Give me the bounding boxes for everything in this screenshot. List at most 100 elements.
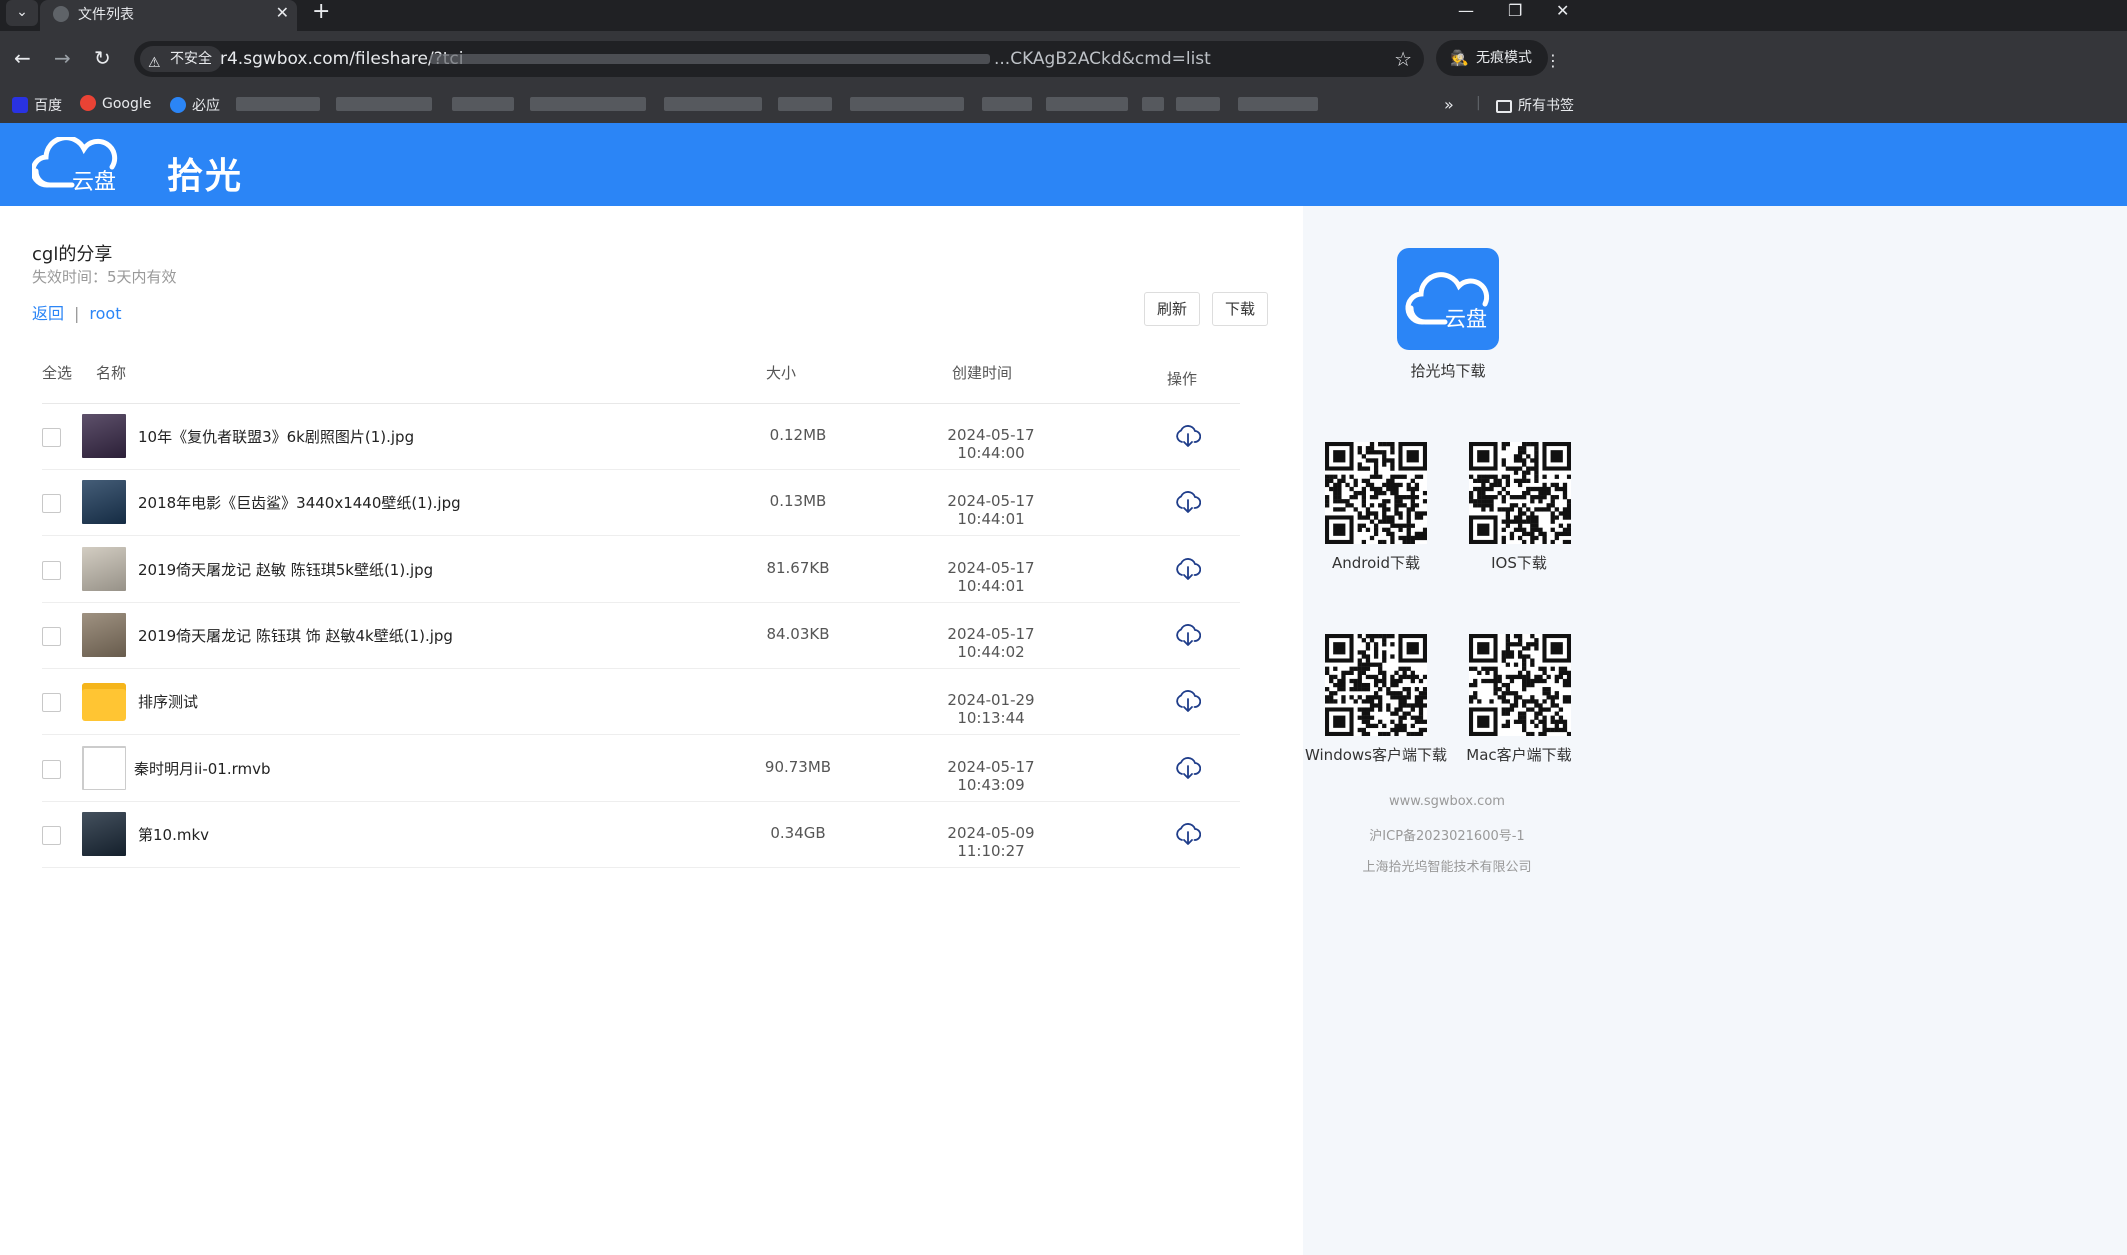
- row-checkbox[interactable]: [42, 494, 61, 514]
- bookmark-redacted[interactable]: [850, 97, 964, 111]
- more-bookmarks-icon[interactable]: »: [1444, 95, 1454, 114]
- bookmark-redacted[interactable]: [236, 97, 320, 111]
- tab-search-button[interactable]: ⌄: [6, 0, 38, 26]
- forward-icon[interactable]: →: [54, 47, 71, 69]
- download-cloud-icon[interactable]: [1175, 490, 1202, 514]
- bookmark-redacted[interactable]: [1142, 97, 1164, 111]
- select-all-header[interactable]: 全选: [42, 362, 72, 383]
- table-row[interactable]: 排序测试 2024-01-29 10:13:44: [42, 669, 1240, 736]
- app-icon[interactable]: 云盘: [1397, 248, 1499, 350]
- file-size: 0.12MB: [769, 426, 827, 444]
- name-header: 名称: [96, 364, 127, 382]
- file-name[interactable]: 排序测试: [138, 691, 198, 712]
- window-close-icon[interactable]: ✕: [1556, 0, 1569, 22]
- file-name[interactable]: 2018年电影《巨齿鲨》3440x1440壁纸(1).jpg: [138, 492, 461, 513]
- table-row[interactable]: 2019倚天屠龙记 赵敏 陈钰琪5k壁纸(1).jpg 81.67KB 2024-0…: [42, 537, 1240, 603]
- table-row[interactable]: 2018年电影《巨齿鲨》3440x1440壁纸(1).jpg 0.13MB 2024…: [42, 470, 1240, 537]
- file-size: 0.13MB: [769, 492, 827, 511]
- minimize-icon[interactable]: —: [1458, 0, 1474, 22]
- bookmark-redacted[interactable]: [778, 97, 832, 111]
- bookmark-redacted[interactable]: [1238, 97, 1318, 111]
- mac-download-label[interactable]: Mac客户端下载: [1439, 744, 1599, 765]
- file-size: 90.73MB: [764, 757, 832, 776]
- size-header: 大小: [766, 364, 797, 382]
- bookmark-redacted[interactable]: [982, 97, 1032, 111]
- address-bar[interactable]: ⚠ 不安全 r4.sgwbox.com/fileshare/?tci ...CK…: [134, 41, 1424, 77]
- bookmark-redacted[interactable]: [1046, 97, 1128, 111]
- windows-download-label[interactable]: Windows客户端下载: [1296, 744, 1456, 765]
- more-icon[interactable]: ⋮: [1545, 51, 1561, 70]
- cloud-logo-icon: 云盘: [1405, 272, 1490, 331]
- footer-icp[interactable]: 沪ICP备2023021600号-1: [1347, 825, 1547, 844]
- url-redaction: [430, 54, 990, 64]
- image-thumbnail: [82, 612, 126, 657]
- url-text: r4.sgwbox.com/fileshare/?tci: [220, 49, 464, 69]
- cloud-logo-icon: 云盘: [30, 135, 118, 195]
- logo[interactable]: 云盘 拾光坞: [30, 135, 272, 249]
- bing-icon: [170, 97, 186, 113]
- row-checkbox[interactable]: [42, 825, 61, 845]
- bookmark-bing[interactable]: 必应: [170, 95, 220, 115]
- row-checkbox[interactable]: [42, 693, 61, 713]
- file-name[interactable]: 第10.mkv: [138, 824, 209, 845]
- image-thumbnail: [82, 546, 126, 591]
- root-link[interactable]: root: [89, 304, 121, 323]
- table-row[interactable]: 秦时明月ii-01.rmvb 90.73MB 2024-05-17 10:43:09: [42, 736, 1240, 802]
- download-cloud-icon[interactable]: [1175, 756, 1202, 780]
- file-name[interactable]: 2019倚天屠龙记 赵敏 陈钰琪5k壁纸(1).jpg: [138, 559, 433, 580]
- file-name[interactable]: 2019倚天屠龙记 陈钰琪 饰 赵敏4k壁纸(1).jpg: [138, 625, 453, 646]
- new-tab-button[interactable]: +: [312, 0, 330, 24]
- logo-cloud-text: 云盘: [72, 170, 116, 193]
- table-row[interactable]: 10年《复仇者联盟3》6k剧照图片(1).jpg 0.12MB 2024-05-17…: [42, 404, 1240, 470]
- android-download-label[interactable]: Android下载: [1296, 552, 1456, 573]
- bookmark-star-icon[interactable]: ☆: [1394, 47, 1412, 71]
- download-cloud-icon[interactable]: [1175, 689, 1202, 713]
- image-thumbnail: [82, 414, 126, 458]
- row-checkbox[interactable]: [42, 428, 61, 447]
- site-header: 云盘 拾光坞: [0, 123, 2127, 249]
- refresh-button[interactable]: 刷新: [1144, 292, 1201, 326]
- app-download-label: 拾光坞下载: [1410, 362, 1486, 380]
- tab-close-icon[interactable]: ✕: [276, 3, 289, 22]
- footer-site[interactable]: www.sgwbox.com: [1347, 794, 1547, 809]
- row-checkbox[interactable]: [42, 759, 61, 779]
- incognito-label: 无痕模式: [1476, 50, 1532, 66]
- browser-tabstrip: ⌄ 文件列表 ✕ + — ❐ ✕: [0, 0, 2127, 31]
- bookmark-google[interactable]: Google: [80, 95, 151, 112]
- reload-icon[interactable]: ↻: [94, 47, 111, 69]
- bookmark-redacted[interactable]: [1176, 97, 1220, 111]
- download-cloud-icon[interactable]: [1175, 822, 1202, 846]
- security-chip[interactable]: ⚠ 不安全: [140, 46, 222, 72]
- bookmarks-bar: 百度 Google 必应 » | 所有书签: [0, 87, 2127, 123]
- download-cloud-icon[interactable]: [1175, 557, 1202, 581]
- created-header: 创建时间: [952, 364, 1013, 382]
- video-thumbnail: [82, 811, 126, 856]
- bookmark-redacted[interactable]: [664, 97, 762, 111]
- file-name[interactable]: 10年《复仇者联盟3》6k剧照图片(1).jpg: [138, 426, 414, 447]
- browser-toolbar: ← → ↻ ⚠ 不安全 r4.sgwbox.com/fileshare/?tci…: [0, 31, 2127, 87]
- bookmark-redacted[interactable]: [452, 97, 514, 111]
- back-link[interactable]: 返回: [32, 304, 64, 323]
- table-row[interactable]: 2019倚天屠龙记 陈钰琪 饰 赵敏4k壁纸(1).jpg 84.03KB 2024…: [42, 603, 1240, 669]
- mac-qr-code: [1469, 634, 1572, 737]
- bookmark-redacted[interactable]: [336, 97, 432, 111]
- row-checkbox[interactable]: [42, 560, 61, 580]
- table-row[interactable]: 第10.mkv 0.34GB 2024-05-09 11:10:27: [42, 802, 1240, 868]
- file-size: 84.03KB: [766, 624, 830, 643]
- row-checkbox[interactable]: [42, 626, 61, 646]
- file-name[interactable]: 秦时明月ii-01.rmvb: [134, 758, 271, 779]
- restore-icon[interactable]: ❐: [1508, 0, 1522, 22]
- bookmark-baidu[interactable]: 百度: [12, 95, 62, 115]
- download-cloud-icon[interactable]: [1175, 623, 1202, 647]
- file-share-panel: cgl的分享 失效时间：5天内有效 返回 | root 刷新 下载 全选 名称 大小…: [0, 206, 1303, 1255]
- download-cloud-icon[interactable]: [1175, 424, 1202, 448]
- incognito-badge[interactable]: 🕵 无痕模式: [1436, 40, 1548, 76]
- bookmark-redacted[interactable]: [530, 97, 646, 111]
- back-icon[interactable]: ←: [14, 47, 31, 69]
- incognito-icon: 🕵: [1450, 49, 1469, 67]
- ios-download-label[interactable]: IOS下载: [1439, 552, 1599, 573]
- tab-file-list[interactable]: 文件列表 ✕: [40, 0, 297, 31]
- folder-icon: [82, 683, 126, 722]
- all-bookmarks[interactable]: 所有书签: [1496, 95, 1574, 115]
- download-button[interactable]: 下载: [1212, 292, 1269, 326]
